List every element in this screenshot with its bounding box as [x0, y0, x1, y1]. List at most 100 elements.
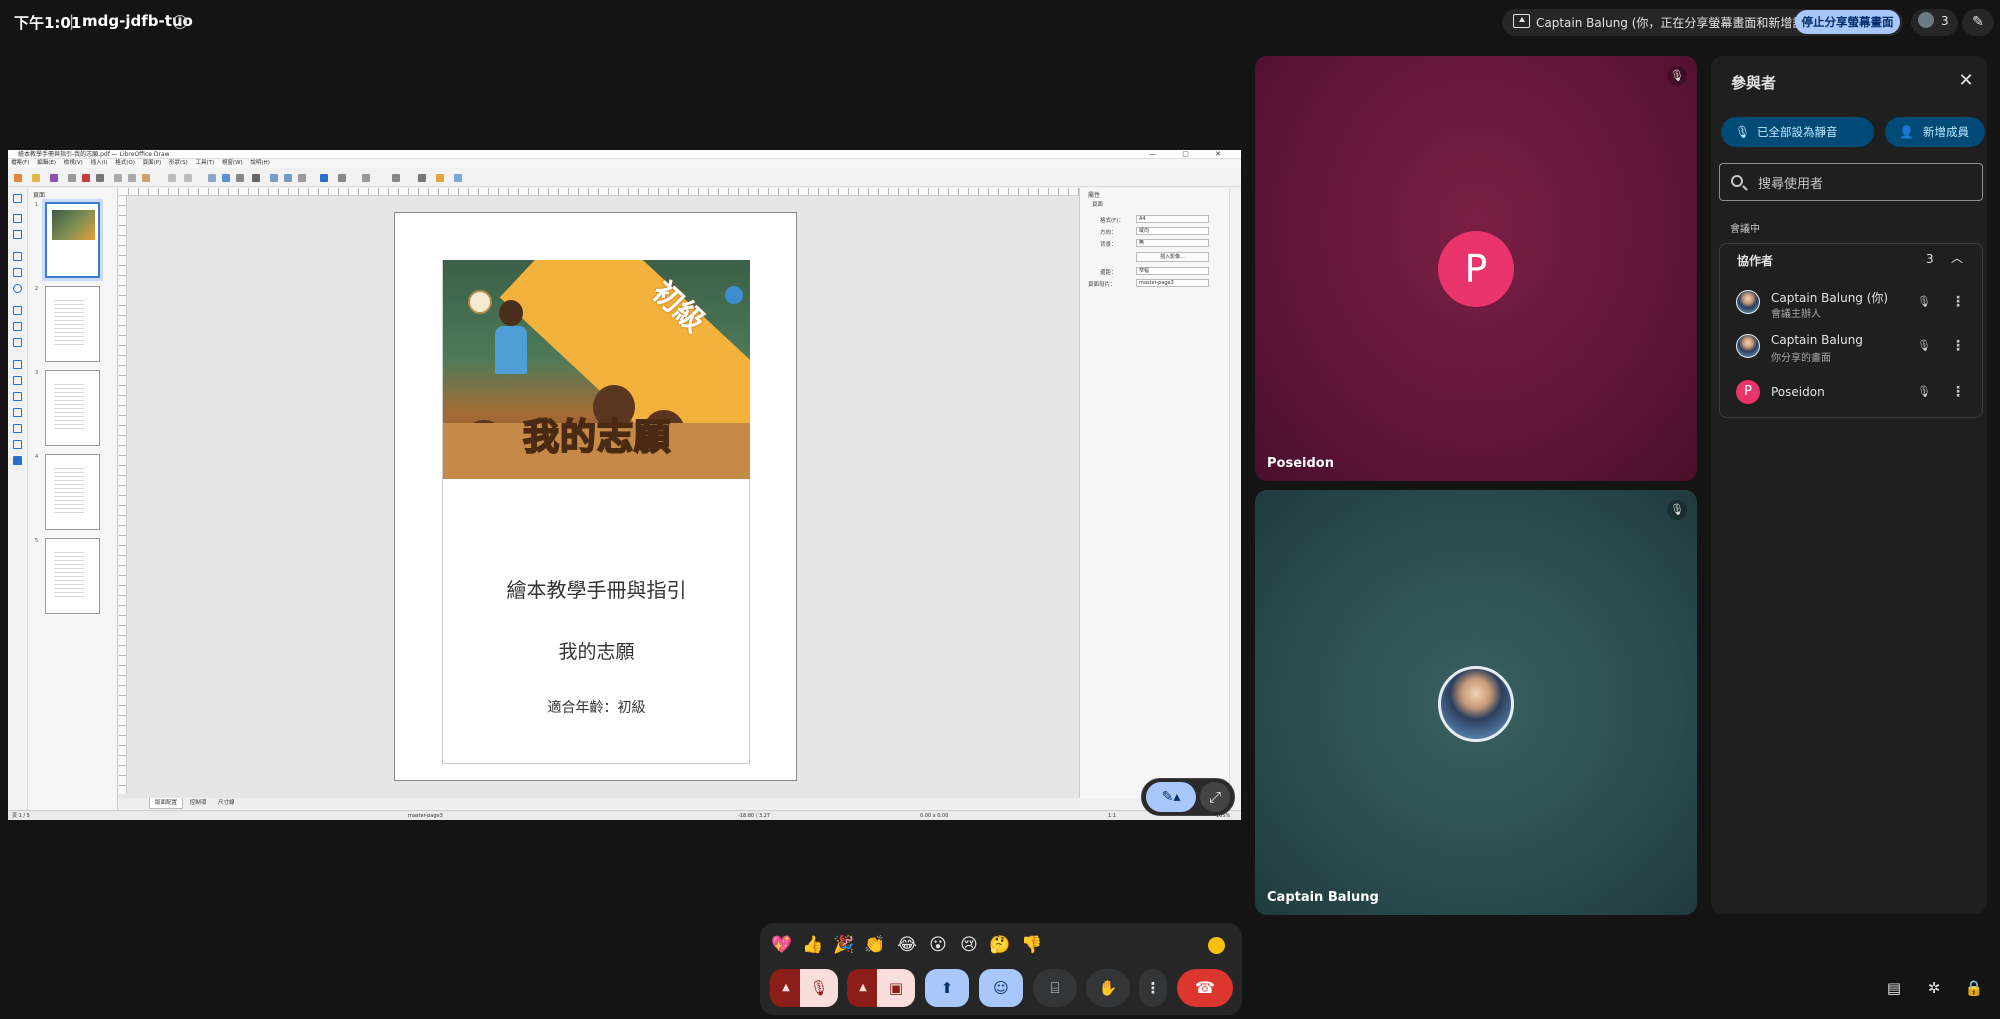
transform-icon[interactable] — [338, 174, 346, 182]
helplines-icon[interactable] — [222, 174, 230, 182]
menu-item[interactable]: 視窗(W) — [222, 160, 243, 166]
snap-icon[interactable] — [236, 174, 244, 182]
menu-item[interactable]: 形狀(S) — [169, 160, 188, 166]
new-icon[interactable] — [14, 174, 22, 182]
pdf-icon[interactable] — [82, 174, 90, 182]
copy-icon[interactable] — [128, 174, 136, 182]
captions-icon[interactable]: ⌸ — [1033, 969, 1077, 1007]
reaction-thinking[interactable]: 🤔 — [988, 933, 1012, 957]
page-thumbnail[interactable] — [45, 370, 100, 446]
more-vert-icon[interactable]: ⋮ — [1951, 292, 1965, 312]
page-thumbnail[interactable] — [45, 286, 100, 362]
participant-row[interactable]: P Poseidon 🎙 ⋮ — [1720, 370, 1982, 414]
tab-dimension-lines[interactable]: 尺寸線 — [213, 798, 240, 808]
basic-shapes-icon[interactable] — [13, 360, 22, 369]
reaction-thumbs-down[interactable]: 👎 — [1020, 933, 1044, 957]
fill-color-icon[interactable] — [13, 230, 22, 239]
master-select[interactable]: master-page3 — [1136, 279, 1209, 287]
print-icon[interactable] — [96, 174, 104, 182]
camera-options-button[interactable]: ▲ — [847, 969, 879, 1007]
points-icon[interactable] — [454, 174, 462, 182]
stars-icon[interactable] — [13, 440, 22, 449]
image-icon[interactable] — [270, 174, 278, 182]
filter-icon[interactable] — [436, 174, 444, 182]
flowchart-icon[interactable] — [13, 408, 22, 417]
add-member-button[interactable]: 👤 新增成員 — [1885, 117, 1985, 147]
format-select[interactable]: A4 — [1136, 215, 1209, 223]
participant-row[interactable]: Captain Balung (你) 會議主辦人 🎙 ⋮ — [1720, 280, 1982, 324]
page-thumbnail[interactable] — [45, 454, 100, 530]
mic-off-icon[interactable]: 🎙 — [1916, 338, 1932, 354]
present-icon[interactable]: ⬆ — [925, 969, 969, 1007]
select-icon[interactable] — [13, 194, 22, 203]
more-icon[interactable]: ⋮ — [1139, 969, 1167, 1007]
lock-icon[interactable]: 🔒 — [1962, 976, 1986, 1000]
symbol-shapes-icon[interactable] — [13, 376, 22, 385]
connector-icon[interactable] — [13, 338, 22, 347]
menu-item[interactable]: 檔案(F) — [11, 160, 29, 166]
mic-off-icon[interactable]: 🎙 — [1916, 294, 1932, 310]
page-thumbnail[interactable] — [45, 538, 100, 614]
mic-off-icon[interactable]: 🎙 — [800, 969, 838, 1007]
expand-icon[interactable]: ⤢ — [1200, 782, 1230, 812]
undo-icon[interactable] — [168, 174, 176, 182]
cut-icon[interactable] — [114, 174, 122, 182]
reaction-party[interactable]: 🎉 — [832, 933, 856, 957]
menu-item[interactable]: 檢視(V) — [64, 160, 83, 166]
sidebar-section[interactable]: 頁面 — [1092, 200, 1103, 208]
align-icon[interactable] — [362, 174, 370, 182]
3d-objects-icon[interactable] — [13, 456, 22, 465]
menu-item[interactable]: 插入(I) — [91, 160, 108, 166]
zoom-icon[interactable] — [252, 174, 260, 182]
redo-icon[interactable] — [184, 174, 192, 182]
ellipse-icon[interactable] — [13, 284, 22, 293]
menu-item[interactable]: 格式(O) — [115, 160, 135, 166]
more-vert-icon[interactable]: ⋮ — [1951, 336, 1965, 356]
menu-item[interactable]: 工具(T) — [196, 160, 215, 166]
background-select[interactable]: 無 — [1136, 239, 1209, 247]
reaction-clap[interactable]: 👏 — [863, 933, 887, 957]
open-icon[interactable] — [32, 174, 40, 182]
camera-off-icon[interactable]: ▣ — [877, 969, 915, 1007]
info-icon[interactable]: i — [173, 15, 187, 29]
line-color-icon[interactable] — [13, 214, 22, 223]
block-arrows-icon[interactable] — [13, 392, 22, 401]
rectangle-icon[interactable] — [13, 268, 22, 277]
mic-off-icon[interactable]: 🎙 — [1916, 384, 1932, 400]
page-thumbnail[interactable] — [42, 199, 103, 281]
tab-controls[interactable]: 控制項 — [185, 798, 212, 808]
orientation-select[interactable]: 縱向 — [1136, 227, 1209, 235]
participant-tile[interactable]: 🎙 Captain Balung — [1255, 490, 1697, 915]
raise-hand-icon[interactable]: ✋ — [1086, 969, 1130, 1007]
paste-icon[interactable] — [142, 174, 150, 182]
arrow-icon[interactable] — [13, 306, 22, 315]
margins-select[interactable]: 窄幅 — [1136, 267, 1209, 275]
curve-icon[interactable] — [13, 322, 22, 331]
crop-icon[interactable] — [418, 174, 426, 182]
mute-all-button[interactable]: 🎙 已全部設為靜音 — [1721, 117, 1874, 147]
fontwork-icon[interactable] — [320, 174, 328, 182]
save-icon[interactable] — [50, 174, 58, 182]
chart-icon[interactable] — [298, 174, 306, 182]
table-icon[interactable] — [284, 174, 292, 182]
participant-row[interactable]: Captain Balung 你分享的畫面 🎙 ⋮ — [1720, 324, 1982, 368]
line-icon[interactable] — [13, 252, 22, 261]
participant-tile[interactable]: 🎙 P Poseidon — [1255, 56, 1697, 481]
reaction-sad[interactable]: 😢 — [957, 933, 981, 957]
pen-icon[interactable]: ✎ — [1962, 9, 1994, 36]
export-icon[interactable] — [68, 174, 76, 182]
more-vert-icon[interactable]: ⋮ — [1951, 382, 1965, 402]
reaction-heart[interactable]: 💖 — [770, 933, 794, 957]
menu-item[interactable]: 頁面(P) — [143, 160, 162, 166]
mic-options-button[interactable]: ▲ — [770, 969, 802, 1007]
chevron-up-icon[interactable]: ︿ — [1951, 249, 1963, 266]
shadow-icon[interactable] — [392, 174, 400, 182]
activities-icon[interactable]: ✲ — [1922, 976, 1946, 1000]
reaction-surprised[interactable]: 😮 — [926, 933, 950, 957]
annotate-icon[interactable]: ✎▴ — [1146, 782, 1196, 812]
callouts-icon[interactable] — [13, 424, 22, 433]
chat-icon[interactable]: ▤ — [1882, 976, 1906, 1000]
emoji-icon[interactable]: ☺ — [979, 969, 1023, 1007]
skin-tone-selector[interactable] — [1208, 937, 1225, 954]
window-controls[interactable]: — ▢ ✕ — [1149, 150, 1233, 159]
